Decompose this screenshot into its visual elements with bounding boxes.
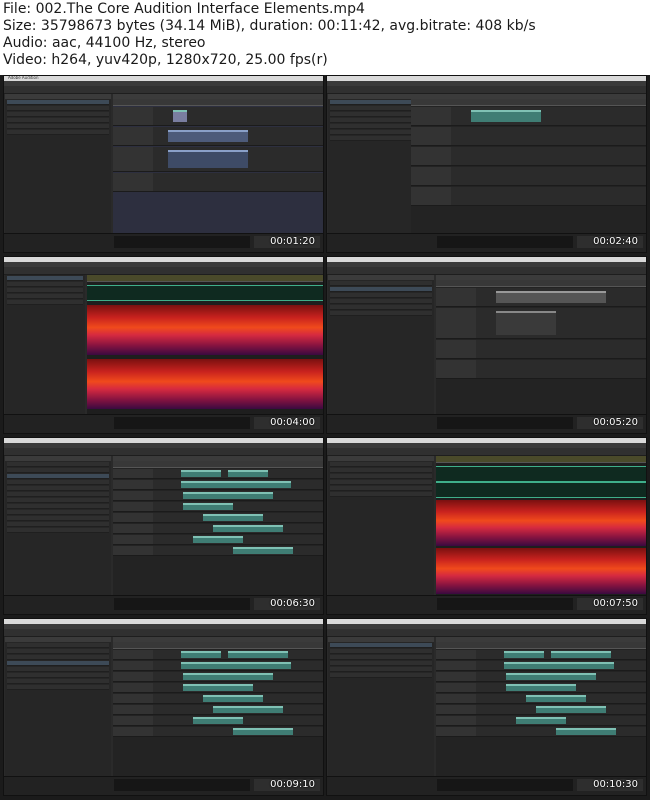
timestamp: 00:05:20 bbox=[593, 417, 638, 428]
timestamp: 00:06:30 bbox=[270, 598, 315, 609]
files-panel bbox=[328, 637, 434, 779]
toolbar bbox=[327, 629, 646, 637]
toolbar bbox=[327, 267, 646, 275]
spectral-editor bbox=[436, 456, 646, 598]
editor-panel bbox=[113, 456, 323, 598]
thumbnail-7[interactable]: 00:09:10 bbox=[3, 618, 324, 796]
files-panel bbox=[5, 94, 111, 252]
timestamp: 00:10:30 bbox=[593, 779, 638, 790]
timestamp: 00:09:10 bbox=[270, 779, 315, 790]
files-panel bbox=[5, 637, 111, 779]
toolbar bbox=[4, 448, 323, 456]
toolbar bbox=[4, 629, 323, 637]
thumbnail-6[interactable]: 00:07:50 bbox=[326, 437, 647, 615]
toolbar bbox=[4, 86, 323, 94]
toolbar bbox=[327, 448, 646, 456]
window-title: Adobe Audition bbox=[8, 75, 39, 80]
timestamp: 00:04:00 bbox=[270, 417, 315, 428]
timestamp: 00:07:50 bbox=[593, 598, 638, 609]
thumbnail-8[interactable]: 00:10:30 bbox=[326, 618, 647, 796]
editor-panel bbox=[113, 637, 323, 779]
editor-panel bbox=[113, 94, 323, 236]
toolbar bbox=[4, 267, 323, 275]
timestamp: 00:02:40 bbox=[593, 236, 638, 247]
thumbnail-5[interactable]: 00:06:30 bbox=[3, 437, 324, 615]
video-info-line: Video: h264, yuv420p, 1280x720, 25.00 fp… bbox=[3, 52, 328, 68]
file-size-line: Size: 35798673 bytes (34.14 MiB), durati… bbox=[3, 18, 536, 34]
thumbnail-4[interactable]: 00:05:20 bbox=[326, 256, 647, 434]
audio-info-line: Audio: aac, 44100 Hz, stereo bbox=[3, 35, 206, 51]
editor-panel bbox=[411, 94, 646, 236]
files-panel bbox=[328, 275, 434, 417]
thumbnail-grid: Adobe Audition 00:01:20 00:02:40 00:04:0… bbox=[0, 75, 650, 800]
files-panel bbox=[5, 456, 111, 598]
spectral-editor bbox=[87, 275, 323, 417]
file-info-header: File: 002.The Core Audition Interface El… bbox=[0, 0, 650, 75]
file-name-line: File: 002.The Core Audition Interface El… bbox=[3, 1, 365, 17]
files-panel bbox=[328, 456, 434, 598]
thumbnail-3[interactable]: 00:04:00 bbox=[3, 256, 324, 434]
thumbnail-2[interactable]: 00:02:40 bbox=[326, 75, 647, 253]
thumbnail-1[interactable]: Adobe Audition 00:01:20 bbox=[3, 75, 324, 253]
editor-panel bbox=[436, 275, 646, 417]
toolbar bbox=[327, 86, 646, 94]
timestamp: 00:01:20 bbox=[270, 236, 315, 247]
files-panel bbox=[5, 275, 85, 417]
editor-panel bbox=[436, 637, 646, 779]
